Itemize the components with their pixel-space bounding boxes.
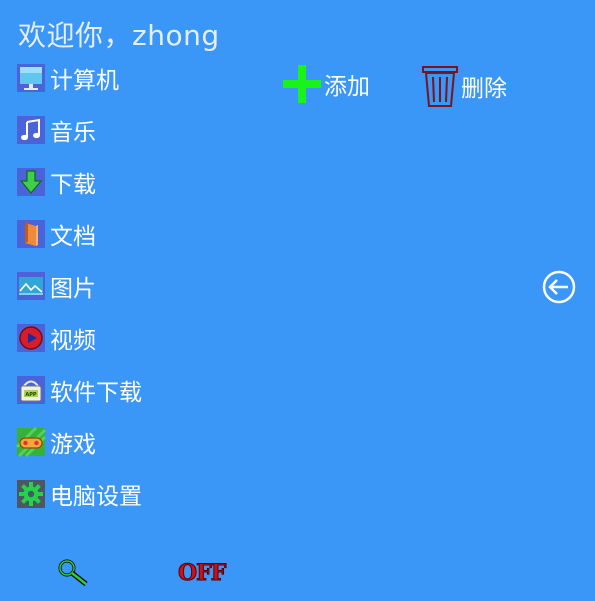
game-icon [16,427,46,457]
sidebar-item-label: 计算机 [50,68,119,94]
computer-icon [16,63,46,93]
sidebar-item-label: 音乐 [50,120,96,146]
sidebar-item-picture[interactable]: 图片 [16,270,216,302]
sidebar-item-music[interactable]: 音乐 [16,114,216,146]
music-icon [16,115,46,145]
delete-button[interactable]: 删除 [421,64,507,108]
welcome-text: 欢迎你，zhong [18,19,220,52]
trash-icon [421,64,459,108]
search-icon [58,559,88,586]
sidebar-item-label: 软件下载 [50,380,142,406]
sidebar-item-label: 文档 [50,224,96,250]
back-button[interactable] [542,270,576,304]
power-off-button[interactable]: OFF [177,560,226,587]
app-download-icon: APP [16,375,46,405]
delete-label: 删除 [461,76,507,102]
download-icon [16,167,46,197]
add-button[interactable]: 添加 [282,64,370,104]
sidebar-item-settings[interactable]: 电脑设置 [16,478,216,510]
sidebar-item-app-download[interactable]: APP 软件下载 [16,374,216,406]
settings-icon [16,479,46,509]
sidebar-item-label: 电脑设置 [50,484,142,510]
svg-text:APP: APP [25,392,37,398]
arrow-left-circle-icon [542,270,576,304]
add-label: 添加 [324,74,370,100]
sidebar-item-label: 视频 [50,328,96,354]
sidebar-item-video[interactable]: 视频 [16,322,216,354]
sidebar-item-game[interactable]: 游戏 [16,426,216,458]
plus-icon [282,64,322,104]
sidebar-item-download[interactable]: 下载 [16,166,216,198]
picture-icon [16,271,46,301]
search-button[interactable] [56,558,92,588]
sidebar-item-document[interactable]: 文档 [16,218,216,250]
sidebar-item-label: 下载 [50,172,96,198]
sidebar-item-label: 游戏 [50,432,96,458]
document-icon [16,219,46,249]
sidebar-item-label: 图片 [50,276,96,302]
sidebar-item-computer[interactable]: 计算机 [16,62,216,94]
sidebar-menu: 计算机 音乐 下载 文档 图片 视频 APP 软件下载 游戏 电脑设置 [16,62,216,530]
video-icon [16,323,46,353]
